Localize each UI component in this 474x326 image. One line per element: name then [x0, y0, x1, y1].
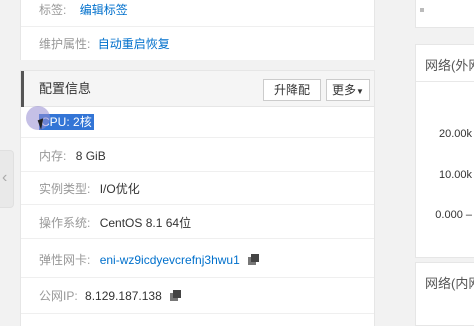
collapse-handle[interactable]: ‹: [0, 150, 14, 208]
copy-icon[interactable]: [170, 290, 182, 301]
public-ip-value: 8.129.187.138: [85, 289, 162, 303]
memory-label: 内存:: [39, 149, 67, 163]
scroll-indicator: [420, 8, 424, 12]
caret-down-icon: ▼: [356, 87, 364, 96]
basic-info-panel: 标签: 编辑标签 维护属性: 自动重启恢复: [20, 0, 375, 60]
y-tick-label: 0.000 –: [435, 209, 472, 221]
config-panel: 配置信息 升降配 更多▼ CPU: 2核 内存: 8 GiB 实例类型: I/O…: [20, 70, 375, 326]
eni-row: 弹性网卡: eni-wz9icdyevcrefnj3hwu1: [39, 250, 260, 270]
more-button[interactable]: 更多▼: [326, 79, 370, 101]
divider: [21, 137, 374, 138]
cpu-value: 2核: [73, 115, 92, 129]
divider: [21, 313, 374, 314]
edit-tags-link[interactable]: 编辑标签: [80, 3, 128, 17]
divider: [21, 171, 374, 172]
maintenance-row: 维护属性: 自动重启恢复: [39, 34, 170, 54]
maintenance-label: 维护属性:: [39, 37, 91, 51]
tags-label: 标签:: [39, 3, 67, 17]
divider: [21, 204, 374, 205]
network-public-chart-card: 网络(外网 20.00k 10.00k 0.000 –: [415, 44, 474, 258]
chart-title: 网络(内网: [425, 276, 474, 291]
eni-link[interactable]: eni-wz9icdyevcrefnj3hwu1: [100, 253, 240, 267]
os-value: CentOS 8.1 64位: [99, 216, 192, 230]
chevron-left-icon: ‹: [2, 169, 8, 186]
maintenance-link[interactable]: 自动重启恢复: [98, 37, 170, 51]
chart-title: 网络(外网: [425, 58, 474, 73]
eni-label: 弹性网卡:: [39, 253, 91, 267]
upgrade-button[interactable]: 升降配: [263, 79, 321, 101]
os-row: 操作系统: CentOS 8.1 64位: [39, 213, 191, 233]
header-accent-bar: [21, 71, 24, 107]
y-tick-label: 20.00k: [438, 128, 472, 140]
divider: [21, 238, 374, 239]
memory-value: 8 GiB: [75, 149, 106, 163]
public-ip-row: 公网IP: 8.129.187.138: [39, 286, 182, 306]
instance-type-row: 实例类型: I/O优化: [39, 179, 140, 199]
copy-icon[interactable]: [248, 254, 260, 265]
instance-type-value: I/O优化: [99, 182, 140, 196]
network-private-chart-card: 网络(内网: [415, 262, 474, 326]
memory-row: 内存: 8 GiB: [39, 146, 106, 166]
config-header: 配置信息 升降配 更多▼: [21, 71, 374, 107]
divider: [21, 26, 374, 27]
instance-type-label: 实例类型:: [39, 182, 91, 196]
more-label: 更多: [332, 83, 357, 97]
tags-row: 标签: 编辑标签: [39, 0, 128, 20]
divider: [21, 277, 374, 278]
right-top-card: [415, 0, 474, 28]
config-title: 配置信息: [39, 81, 92, 96]
public-ip-label: 公网IP:: [39, 289, 78, 303]
y-tick-label: 10.00k: [438, 169, 472, 181]
os-label: 操作系统:: [39, 216, 91, 230]
divider: [416, 81, 474, 82]
